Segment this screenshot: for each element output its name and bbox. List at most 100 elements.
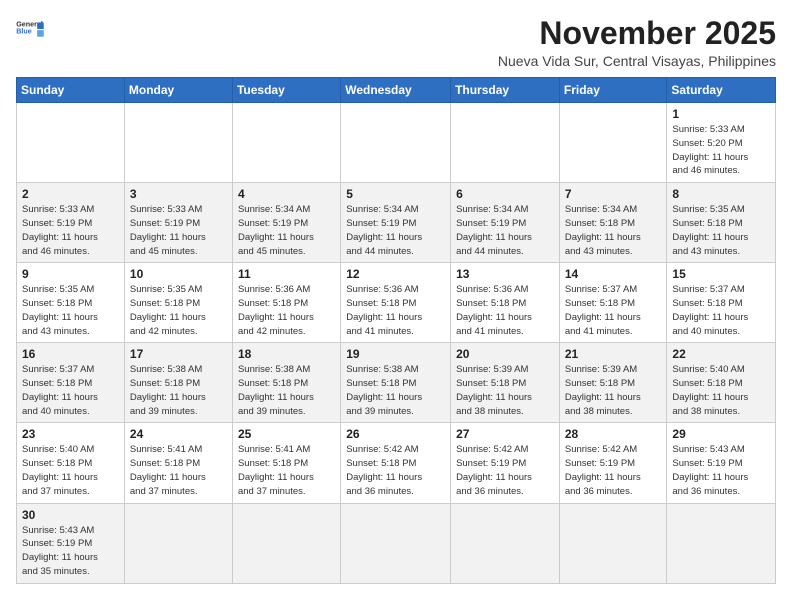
day-info: Sunrise: 5:38 AMSunset: 5:18 PMDaylight:… [130,363,227,418]
calendar-cell: 5Sunrise: 5:34 AMSunset: 5:19 PMDaylight… [341,183,451,263]
month-title: November 2025 [498,16,776,51]
day-number: 13 [456,267,554,281]
day-info: Sunrise: 5:35 AMSunset: 5:18 PMDaylight:… [130,283,227,338]
calendar-cell: 20 Sunrise: 5:39 AMSunset: 5:18 PMDayligh… [451,343,560,423]
calendar-cell: 23 Sunrise: 5:40 AMSunset: 5:18 PMDayligh… [17,423,125,503]
calendar-week-5: 23 Sunrise: 5:40 AMSunset: 5:18 PMDayligh… [17,423,776,503]
weekday-header-monday: Monday [124,78,232,103]
calendar-cell: 29Sunrise: 5:43 AMSunset: 5:19 PMDayligh… [667,423,776,503]
calendar-cell: 7 Sunrise: 5:34 AMSunset: 5:18 PMDaylight… [559,183,667,263]
calendar-cell: 30Sunrise: 5:43 AMSunset: 5:19 PMDayligh… [17,503,125,583]
calendar-cell: 10 Sunrise: 5:35 AMSunset: 5:18 PMDayligh… [124,263,232,343]
day-number: 22 [672,347,770,361]
calendar-cell: 11 Sunrise: 5:36 AMSunset: 5:18 PMDayligh… [232,263,340,343]
calendar-cell: 4 Sunrise: 5:34 AMSunset: 5:19 PMDaylight… [232,183,340,263]
day-number: 3 [130,187,227,201]
calendar-cell: 2Sunrise: 5:33 AMSunset: 5:19 PMDaylight… [17,183,125,263]
day-info: Sunrise: 5:40 AMSunset: 5:18 PMDaylight:… [22,443,119,498]
day-number: 1 [672,107,770,121]
weekday-header-friday: Friday [559,78,667,103]
day-info: Sunrise: 5:40 AMSunset: 5:18 PMDaylight:… [672,363,770,418]
day-info: Sunrise: 5:36 AMSunset: 5:18 PMDaylight:… [238,283,335,338]
weekday-header-row: SundayMondayTuesdayWednesdayThursdayFrid… [17,78,776,103]
calendar-cell: 28Sunrise: 5:42 AMSunset: 5:19 PMDayligh… [559,423,667,503]
calendar-cell [232,503,340,583]
weekday-header-saturday: Saturday [667,78,776,103]
calendar-cell [667,503,776,583]
logo: General Blue [16,16,44,40]
calendar-cell [124,103,232,183]
location-subtitle: Nueva Vida Sur, Central Visayas, Philipp… [498,53,776,69]
calendar-cell [559,503,667,583]
day-number: 16 [22,347,119,361]
calendar-cell: 17Sunrise: 5:38 AMSunset: 5:18 PMDayligh… [124,343,232,423]
day-number: 25 [238,427,335,441]
calendar-week-1: 1 Sunrise: 5:33 AMSunset: 5:20 PMDaylight… [17,103,776,183]
calendar-cell: 24Sunrise: 5:41 AMSunset: 5:18 PMDayligh… [124,423,232,503]
calendar-cell [341,103,451,183]
day-number: 6 [456,187,554,201]
calendar-cell: 21 Sunrise: 5:39 AMSunset: 5:18 PMDayligh… [559,343,667,423]
day-info: Sunrise: 5:36 AMSunset: 5:18 PMDaylight:… [456,283,554,338]
day-info: Sunrise: 5:34 AMSunset: 5:18 PMDaylight:… [565,203,662,258]
day-number: 12 [346,267,445,281]
weekday-header-wednesday: Wednesday [341,78,451,103]
day-number: 30 [22,508,119,522]
day-info: Sunrise: 5:34 AMSunset: 5:19 PMDaylight:… [456,203,554,258]
calendar-cell: 12 Sunrise: 5:36 AMSunset: 5:18 PMDayligh… [341,263,451,343]
calendar-week-2: 2Sunrise: 5:33 AMSunset: 5:19 PMDaylight… [17,183,776,263]
day-info: Sunrise: 5:36 AMSunset: 5:18 PMDaylight:… [346,283,445,338]
weekday-header-sunday: Sunday [17,78,125,103]
day-number: 27 [456,427,554,441]
day-info: Sunrise: 5:33 AMSunset: 5:20 PMDaylight:… [672,123,770,178]
day-number: 15 [672,267,770,281]
calendar-cell [341,503,451,583]
calendar-cell: 16 Sunrise: 5:37 AMSunset: 5:18 PMDayligh… [17,343,125,423]
calendar-cell: 13 Sunrise: 5:36 AMSunset: 5:18 PMDayligh… [451,263,560,343]
day-info: Sunrise: 5:39 AMSunset: 5:18 PMDaylight:… [456,363,554,418]
calendar-cell [17,103,125,183]
calendar-cell [451,103,560,183]
calendar-cell [232,103,340,183]
calendar-cell: 6 Sunrise: 5:34 AMSunset: 5:19 PMDaylight… [451,183,560,263]
day-info: Sunrise: 5:38 AMSunset: 5:18 PMDaylight:… [346,363,445,418]
day-number: 28 [565,427,662,441]
day-number: 26 [346,427,445,441]
calendar-cell [451,503,560,583]
calendar-cell: 18 Sunrise: 5:38 AMSunset: 5:18 PMDayligh… [232,343,340,423]
calendar-cell: 3 Sunrise: 5:33 AMSunset: 5:19 PMDaylight… [124,183,232,263]
day-number: 11 [238,267,335,281]
day-info: Sunrise: 5:37 AMSunset: 5:18 PMDaylight:… [565,283,662,338]
day-number: 29 [672,427,770,441]
calendar-cell: 26Sunrise: 5:42 AMSunset: 5:18 PMDayligh… [341,423,451,503]
day-number: 20 [456,347,554,361]
svg-text:Blue: Blue [16,27,32,35]
day-info: Sunrise: 5:34 AMSunset: 5:19 PMDaylight:… [238,203,335,258]
day-number: 19 [346,347,445,361]
calendar-cell [124,503,232,583]
weekday-header-thursday: Thursday [451,78,560,103]
day-info: Sunrise: 5:37 AMSunset: 5:18 PMDaylight:… [22,363,119,418]
calendar-cell: 14Sunrise: 5:37 AMSunset: 5:18 PMDayligh… [559,263,667,343]
day-info: Sunrise: 5:41 AMSunset: 5:18 PMDaylight:… [130,443,227,498]
general-blue-logo-icon: General Blue [16,18,44,40]
day-info: Sunrise: 5:39 AMSunset: 5:18 PMDaylight:… [565,363,662,418]
calendar-cell: 19 Sunrise: 5:38 AMSunset: 5:18 PMDayligh… [341,343,451,423]
day-info: Sunrise: 5:37 AMSunset: 5:18 PMDaylight:… [672,283,770,338]
day-number: 18 [238,347,335,361]
day-number: 23 [22,427,119,441]
calendar-week-4: 16 Sunrise: 5:37 AMSunset: 5:18 PMDayligh… [17,343,776,423]
calendar-table: SundayMondayTuesdayWednesdayThursdayFrid… [16,77,776,583]
day-number: 10 [130,267,227,281]
day-number: 21 [565,347,662,361]
calendar-cell: 8Sunrise: 5:35 AMSunset: 5:18 PMDaylight… [667,183,776,263]
day-number: 9 [22,267,119,281]
day-info: Sunrise: 5:35 AMSunset: 5:18 PMDaylight:… [672,203,770,258]
day-info: Sunrise: 5:35 AMSunset: 5:18 PMDaylight:… [22,283,119,338]
day-info: Sunrise: 5:33 AMSunset: 5:19 PMDaylight:… [130,203,227,258]
day-number: 7 [565,187,662,201]
day-info: Sunrise: 5:38 AMSunset: 5:18 PMDaylight:… [238,363,335,418]
calendar-cell: 27Sunrise: 5:42 AMSunset: 5:19 PMDayligh… [451,423,560,503]
day-number: 4 [238,187,335,201]
calendar-cell: 15 Sunrise: 5:37 AMSunset: 5:18 PMDayligh… [667,263,776,343]
